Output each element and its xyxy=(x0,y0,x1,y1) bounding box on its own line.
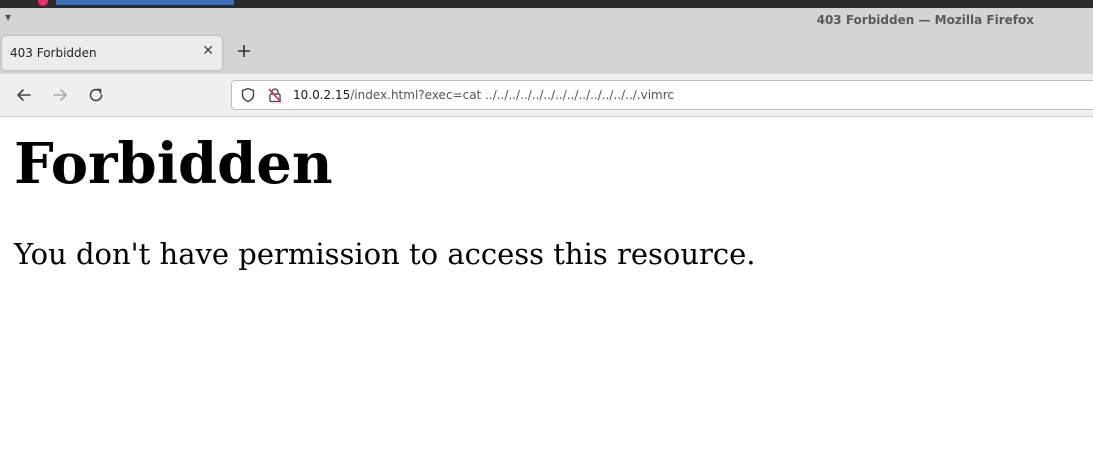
new-tab-button[interactable] xyxy=(234,42,254,62)
forward-button[interactable] xyxy=(49,84,71,106)
close-icon[interactable]: ✕ xyxy=(202,44,214,58)
navigation-toolbar: 10.0.2.15/index.html?exec=cat ../../../.… xyxy=(0,74,1093,117)
window-titlebar: ▼ 403 Forbidden — Mozilla Firefox xyxy=(0,8,1093,34)
tab-strip: 403 Forbidden ✕ xyxy=(0,34,1093,74)
url-bar[interactable]: 10.0.2.15/index.html?exec=cat ../../../.… xyxy=(231,80,1093,110)
page-content: Forbidden You don't have permission to a… xyxy=(0,117,1093,463)
taskbar-app-icon[interactable] xyxy=(38,0,48,6)
reload-icon xyxy=(89,88,103,102)
url-host: 10.0.2.15 xyxy=(293,88,351,102)
tab-active[interactable]: 403 Forbidden ✕ xyxy=(2,36,222,70)
page-heading: Forbidden xyxy=(14,131,333,197)
os-taskbar xyxy=(0,0,1093,8)
window-menu-icon[interactable]: ▼ xyxy=(5,13,11,22)
tab-label: 403 Forbidden xyxy=(10,46,97,60)
reload-button[interactable] xyxy=(85,84,107,106)
shield-icon[interactable] xyxy=(240,87,256,107)
error-message: You don't have permission to access this… xyxy=(14,237,756,271)
arrow-left-icon xyxy=(17,89,31,101)
insecure-lock-icon[interactable] xyxy=(267,87,283,107)
url-text[interactable]: 10.0.2.15/index.html?exec=cat ../../../.… xyxy=(293,88,674,102)
plus-icon xyxy=(238,45,250,57)
url-path: /index.html?exec=cat ../../../../../../.… xyxy=(350,88,675,102)
window-title: 403 Forbidden — Mozilla Firefox xyxy=(816,13,1034,27)
arrow-right-icon xyxy=(53,89,67,101)
taskbar-active-window[interactable] xyxy=(56,0,234,5)
back-button[interactable] xyxy=(13,84,35,106)
